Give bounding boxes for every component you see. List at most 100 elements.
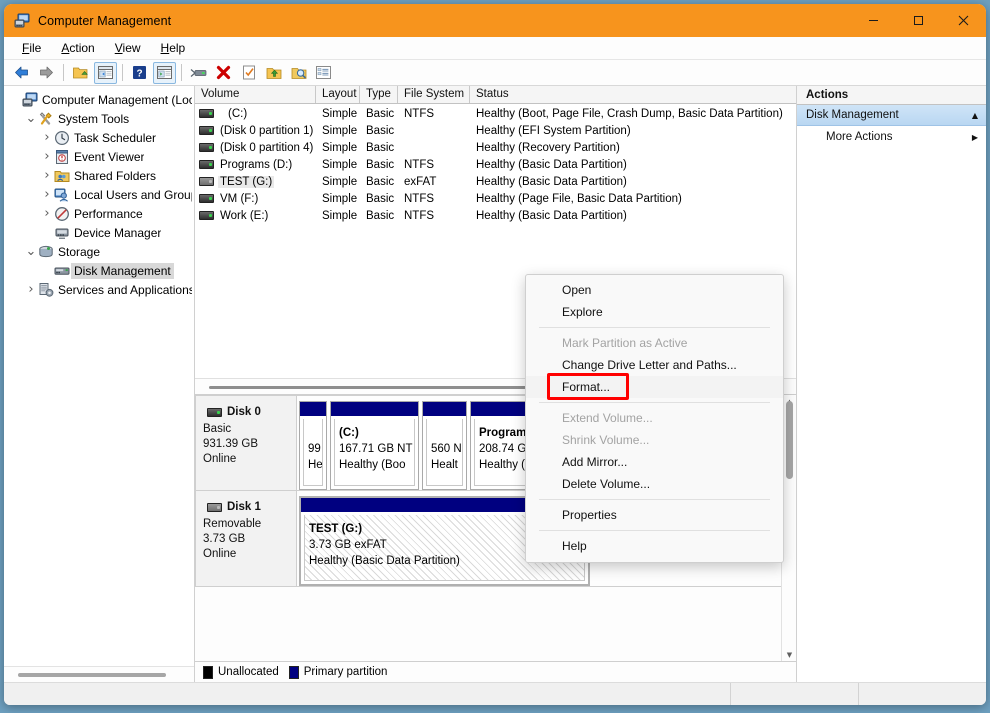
context-menu: Open Explore Mark Partition as Active Chang… [525, 274, 784, 563]
tree-horizontal-scrollbar[interactable] [4, 666, 194, 682]
volume-cell-status: Healthy (Basic Data Partition) [476, 209, 627, 222]
tree-item-system-tools[interactable]: ⌄ System Tools [4, 109, 194, 128]
tree-item-label: Local Users and Groups [74, 187, 192, 202]
chevron-down-icon[interactable]: ⌄ [24, 112, 38, 125]
disk-type-label: Basic [203, 423, 232, 435]
system-tools-icon [38, 111, 54, 127]
volume-column-header-type[interactable]: Type [360, 86, 398, 103]
volume-cell-status: Healthy (EFI System Partition) [476, 124, 631, 137]
disk-type-label: Removable [203, 518, 262, 530]
tree-item-task-scheduler[interactable]: › Task Scheduler [4, 128, 194, 147]
tree-item-computer-management-local[interactable]: Computer Management (Local [4, 90, 194, 109]
volume-row[interactable]: (Disk 0 partition 1) Simple Basic Healthy (… [195, 122, 796, 139]
tree-scroll-thumb[interactable] [18, 673, 166, 677]
partition-line2: 167.71 GB NT [339, 443, 413, 455]
tree-item-local-users-and-groups[interactable]: › Local Users and Groups [4, 185, 194, 204]
actions-group-disk-management[interactable]: Disk Management ▲ [797, 105, 986, 126]
chevron-right-icon[interactable]: › [24, 282, 38, 297]
volume-column-header-layout[interactable]: Layout [316, 86, 360, 103]
tree-item-label: Disk Management [71, 262, 174, 279]
volume-column-header-status[interactable]: Status [470, 86, 796, 103]
actions-item-more-actions[interactable]: More Actions ▶ [797, 126, 986, 148]
disk-scroll-thumb[interactable] [786, 401, 793, 479]
chevron-right-icon[interactable]: › [40, 187, 54, 202]
tree-item-shared-folders[interactable]: › Shared Folders [4, 166, 194, 185]
context-menu-item-format[interactable]: Format... [526, 376, 783, 398]
volume-row[interactable]: (Disk 0 partition 4) Simple Basic Healthy (… [195, 139, 796, 156]
volume-row[interactable]: (C:) Simple Basic NTFS Healthy (Boot, Page F… [195, 105, 796, 122]
back-icon[interactable] [10, 62, 33, 84]
context-menu-item-explore[interactable]: Explore [526, 301, 783, 323]
up-folder-icon[interactable] [69, 62, 92, 84]
help-icon[interactable]: ? [128, 62, 151, 84]
chevron-right-icon[interactable]: › [40, 206, 54, 221]
menu-action[interactable]: Action [51, 38, 104, 58]
tree-item-services-and-applications[interactable]: › Services and Applications [4, 280, 194, 299]
partition-details: (C:) 167.71 GB NT Healthy (Boo [334, 419, 415, 486]
volume-row[interactable]: TEST (G:) Simple Basic exFAT Healthy (Basic … [195, 173, 796, 190]
show-hide-action-pane-icon[interactable] [153, 61, 176, 84]
volume-column-header-file-system[interactable]: File System [398, 86, 470, 103]
properties-icon[interactable] [237, 62, 260, 84]
menu-help[interactable]: Help [151, 38, 196, 58]
volume-cell-name: (Disk 0 partition 4) [195, 142, 316, 154]
volume-column-header-volume[interactable]: Volume [195, 86, 316, 103]
context-menu-separator [539, 327, 770, 328]
export-list-icon[interactable] [262, 62, 285, 84]
chevron-right-icon[interactable]: › [40, 168, 54, 183]
context-menu-item-change-drive-letter-and-paths[interactable]: Change Drive Letter and Paths... [526, 354, 783, 376]
close-button[interactable] [941, 4, 986, 37]
chevron-right-icon[interactable]: › [40, 149, 54, 164]
tree-item-storage[interactable]: ⌄ Storage [4, 242, 194, 261]
status-cell-2 [858, 682, 986, 705]
search-icon[interactable] [287, 62, 310, 84]
tree-item-event-viewer[interactable]: › Event Viewer [4, 147, 194, 166]
delete-icon[interactable] [212, 62, 235, 84]
partition-title [431, 425, 458, 441]
toolbar-separator [63, 64, 64, 81]
detail-view-icon[interactable] [312, 62, 335, 84]
maximize-button[interactable] [896, 4, 941, 37]
context-menu-separator [539, 402, 770, 403]
clock-icon [54, 130, 70, 146]
menu-view[interactable]: View [105, 38, 151, 58]
tree-item-label: System Tools [58, 111, 130, 126]
services-icon [38, 282, 54, 298]
context-menu-item-add-mirror[interactable]: Add Mirror... [526, 451, 783, 473]
rescan-disks-icon[interactable] [187, 62, 210, 84]
context-menu-item-help[interactable]: Help [526, 535, 783, 557]
legend-swatch [203, 665, 213, 679]
event-viewer-icon [54, 149, 70, 165]
volume-cell-fs: exFAT [404, 175, 437, 188]
tree-item-disk-management[interactable]: Disk Management [4, 261, 194, 280]
tree-item-label: Device Manager [74, 225, 162, 240]
volume-cell-name: (C:) [195, 108, 316, 120]
volume-cell-name: (Disk 0 partition 1) [195, 125, 316, 137]
volume-row[interactable]: VM (F:) Simple Basic NTFS Healthy (Page File… [195, 190, 796, 207]
volume-row[interactable]: Programs (D:) Simple Basic NTFS Healthy (Bas… [195, 156, 796, 173]
disk-name-label: Disk 1 [227, 501, 261, 513]
context-menu-item-delete-volume[interactable]: Delete Volume... [526, 473, 783, 495]
svg-text:?: ? [136, 69, 142, 80]
volume-cell-name: Programs (D:) [195, 159, 316, 171]
disk-info-panel[interactable]: Disk 0 Basic 931.39 GB Online [196, 396, 297, 490]
partition-line3: Healthy (Boo [339, 459, 406, 471]
disk-title: Disk 1 [203, 500, 296, 515]
minimize-button[interactable] [851, 4, 896, 37]
context-menu-item-open[interactable]: Open [526, 279, 783, 301]
forward-icon[interactable] [35, 62, 58, 84]
scroll-down-arrow[interactable]: ▼ [782, 648, 796, 661]
partition-block[interactable]: (C:) 167.71 GB NT Healthy (Boo [330, 401, 419, 490]
tree-item-device-manager[interactable]: Device Manager [4, 223, 194, 242]
menu-file[interactable]: File [12, 38, 51, 58]
show-hide-console-tree-icon[interactable] [94, 61, 117, 84]
chevron-down-icon[interactable]: ⌄ [24, 245, 38, 258]
chevron-right-icon[interactable]: › [40, 130, 54, 145]
partition-block[interactable]: 560 N Healt [422, 401, 467, 490]
disk-info-panel[interactable]: Disk 1 Removable 3.73 GB Online [196, 491, 297, 586]
partition-block[interactable]: 99 He [299, 401, 327, 490]
legend-swatch [288, 665, 299, 679]
tree-item-performance[interactable]: › Performance [4, 204, 194, 223]
volume-row[interactable]: Work (E:) Simple Basic NTFS Healthy (Basic D… [195, 207, 796, 224]
context-menu-item-properties[interactable]: Properties [526, 504, 783, 526]
